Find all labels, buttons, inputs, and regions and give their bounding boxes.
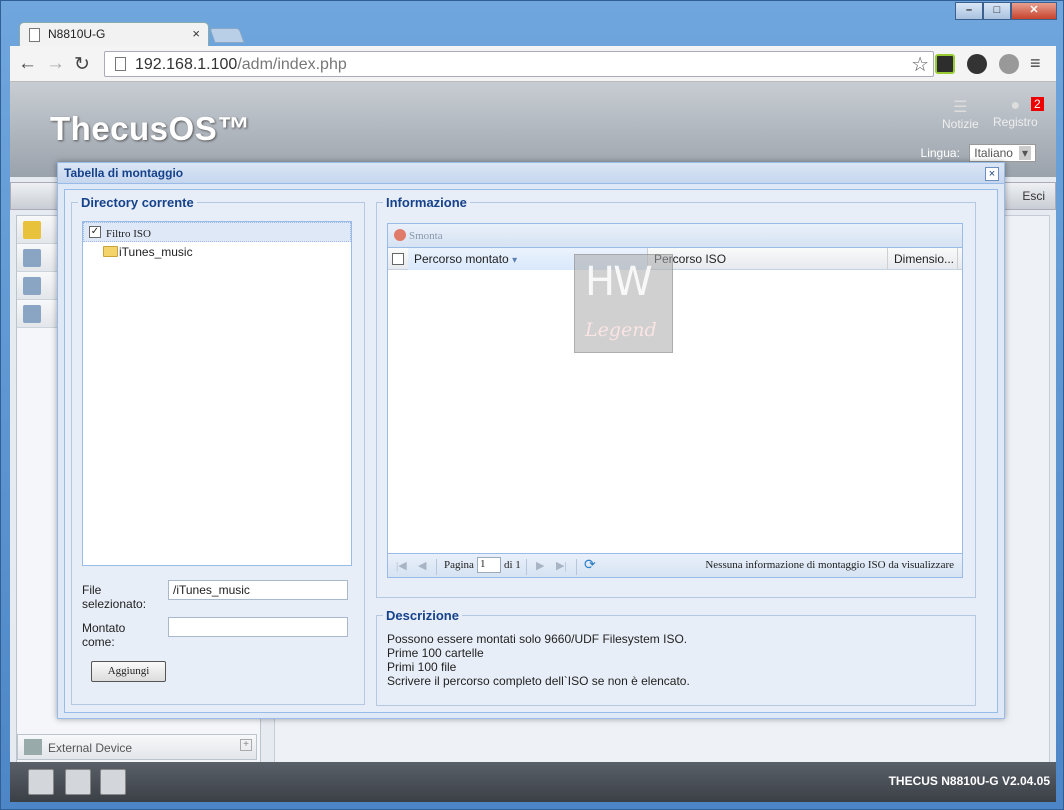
external-device-label: External Device <box>48 741 133 755</box>
network-tree-icon[interactable] <box>100 769 126 795</box>
back-arrow-icon[interactable]: ← <box>18 53 37 75</box>
extension-shield-icon[interactable] <box>999 54 1019 74</box>
forward-arrow-icon[interactable]: → <box>46 53 65 75</box>
grid-body <box>388 270 962 552</box>
tree-item-label: iTunes_music <box>119 245 193 259</box>
rss-icon: ☰ <box>953 99 968 116</box>
tools-icon <box>23 249 41 267</box>
reload-icon[interactable]: ↻ <box>74 53 90 76</box>
page-number-input[interactable]: 1 <box>477 557 501 573</box>
grid-toolbar: Smonta <box>388 224 962 248</box>
language-selector: Lingua: Italiano <box>921 144 1036 162</box>
watermark-legend: Legend <box>585 319 657 341</box>
description-panel: Descrizione Possono essere montati solo … <box>376 608 976 706</box>
notizie-label: Notizie <box>942 117 979 131</box>
first-page-icon[interactable]: |◀ <box>396 559 407 572</box>
url-host: 192.168.1.100 <box>135 56 238 73</box>
tab-close-icon[interactable]: × <box>192 26 200 41</box>
tree-item-filtro-iso[interactable]: ✓ Filtro ISO <box>83 222 351 242</box>
tree-item-label: Filtro ISO <box>106 228 151 240</box>
storage-icon <box>23 305 41 323</box>
description-text: Possono essere montati solo 9660/UDF Fil… <box>387 632 690 688</box>
dialog-body: Directory corrente ✓ Filtro ISO iTunes_m… <box>64 189 998 713</box>
minimize-button[interactable]: – <box>955 2 983 20</box>
sort-desc-icon: ▾ <box>512 255 518 266</box>
select-all-checkbox[interactable] <box>392 253 404 265</box>
directory-panel: Directory corrente ✓ Filtro ISO iTunes_m… <box>71 195 365 705</box>
app-footer: THECUS N8810U-G V2.04.05 <box>10 762 1056 802</box>
info-legend: Informazione <box>383 195 470 210</box>
description-line: Scrivere il percorso completo dell`ISO s… <box>387 674 690 688</box>
hwlegend-watermark: HW Legend <box>574 254 673 353</box>
file-selected-input[interactable]: /iTunes_music <box>168 580 348 600</box>
description-line: Primi 100 file <box>387 660 457 674</box>
extension-off-icon[interactable] <box>967 54 987 74</box>
grid-pager: |◀ ◀ Pagina 1 di 1 ▶ ▶| ⟳ Nessuna inform… <box>388 553 962 577</box>
expand-icon[interactable]: + <box>240 739 252 751</box>
registro-badge: 2 <box>1031 97 1044 111</box>
disk-icon[interactable] <box>65 769 91 795</box>
window-close-button[interactable]: ✕ <box>1011 2 1057 20</box>
pager-separator <box>576 559 577 575</box>
folder-icon <box>103 246 118 257</box>
mount-as-input[interactable] <box>168 617 348 637</box>
sidebar-item-external-device[interactable]: External Device + <box>17 734 257 760</box>
description-legend: Descrizione <box>383 608 462 623</box>
stop-icon <box>394 229 406 241</box>
new-tab-button[interactable] <box>209 28 245 43</box>
dialog-title: Tabella di montaggio <box>58 163 1004 184</box>
bookmark-star-icon[interactable]: ☆ <box>911 52 929 77</box>
menu-icon[interactable]: ≡ <box>1030 53 1041 74</box>
page-total: di 1 <box>504 559 521 571</box>
file-selected-label: File selezionato: <box>82 583 147 611</box>
mount-table-dialog: Tabella di montaggio × Directory corrent… <box>57 162 1005 719</box>
unmount-button[interactable]: Smonta <box>394 229 443 242</box>
add-button[interactable]: Aggiungi <box>91 661 166 682</box>
prev-page-icon[interactable]: ◀ <box>418 559 426 572</box>
directory-legend: Directory corrente <box>78 195 197 210</box>
tree-item-itunes-music[interactable]: iTunes_music <box>83 242 351 262</box>
filtro-iso-checkbox[interactable]: ✓ <box>89 226 101 238</box>
thecus-logo: ThecusOS™ <box>50 110 251 147</box>
esci-button[interactable]: Esci <box>1022 189 1045 203</box>
pager-separator <box>526 559 527 575</box>
extension-check-icon[interactable] <box>935 54 955 74</box>
col-dimensione[interactable]: Dimensio... <box>888 248 958 270</box>
server-icon[interactable] <box>28 769 54 795</box>
info-icon <box>23 221 41 239</box>
maximize-button[interactable]: □ <box>983 2 1011 20</box>
watermark-hw: HW <box>585 259 653 305</box>
external-device-icon <box>24 739 42 755</box>
url-path: /adm/index.php <box>237 56 347 73</box>
description-line: Prime 100 cartelle <box>387 646 484 660</box>
network-icon <box>23 277 41 295</box>
page-label: Pagina <box>444 559 474 571</box>
footer-version: THECUS N8810U-G V2.04.05 <box>888 774 1050 788</box>
info-panel: Informazione Smonta Percorso montato ▾ P… <box>376 195 976 598</box>
description-line: Possono essere montati solo 9660/UDF Fil… <box>387 632 688 646</box>
lingua-label: Lingua: <box>920 146 960 160</box>
lingua-dropdown[interactable]: Italiano <box>969 144 1036 162</box>
page-icon <box>29 28 40 42</box>
directory-tree: ✓ Filtro ISO iTunes_music <box>82 221 352 566</box>
pager-separator <box>436 559 437 575</box>
tab-title: N8810U-G <box>48 27 106 41</box>
registro-label: Registro <box>993 115 1038 129</box>
pager-empty-message: Nessuna informazione di montaggio ISO da… <box>705 559 954 571</box>
browser-tab[interactable]: N8810U-G × <box>19 22 209 46</box>
dialog-close-icon[interactable]: × <box>985 167 999 181</box>
next-page-icon[interactable]: ▶ <box>536 559 544 572</box>
page-icon <box>115 57 126 71</box>
refresh-icon[interactable]: ⟳ <box>584 557 596 574</box>
col-percorso-iso[interactable]: Percorso ISO <box>648 248 888 270</box>
mount-as-label: Montato come: <box>82 621 126 649</box>
address-bar[interactable]: 192.168.1.100/adm/index.php ☆ <box>104 51 934 77</box>
browser-toolbar: ← → ↻ 192.168.1.100/adm/index.php ☆ ≡ <box>10 46 1056 82</box>
notizie-link[interactable]: ☰ Notizie <box>942 97 979 131</box>
registro-link[interactable]: ● 2 Registro <box>993 97 1044 129</box>
window-controls: – □ ✕ <box>955 2 1057 20</box>
last-page-icon[interactable]: ▶| <box>556 559 567 572</box>
grid-header: Percorso montato ▾ Percorso ISO Dimensio… <box>388 248 962 270</box>
mount-grid: Smonta Percorso montato ▾ Percorso ISO D… <box>387 223 963 578</box>
